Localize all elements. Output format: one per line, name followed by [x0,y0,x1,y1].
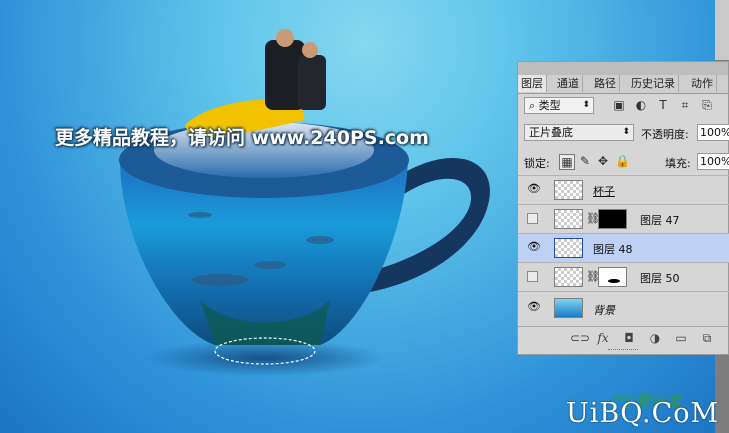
blend-mode-value: 正片叠底 [529,126,573,139]
smart-object-filter-icon[interactable]: ⎘ [700,98,714,112]
shape-filter-icon[interactable]: ⌗ [678,98,692,112]
site-logo: UiBQ.CoM [566,398,720,429]
lock-position-icon[interactable]: ✥ [596,154,610,168]
layer-name: 杯子 [593,185,615,198]
lock-transparent-icon[interactable]: ▦ [559,154,575,170]
opacity-label: 不透明度: [641,128,689,141]
watermark-site: www.240PS.com [251,127,429,149]
tab-layers[interactable]: 图层 [518,75,547,92]
panel-bottom-bar: ⊂⊃ fx ◘ ◑ ▭ ⧉ [518,326,728,349]
adjustment-filter-icon[interactable]: ◐ [634,98,648,112]
panel-tabs: 图层 通道 路径 历史记录 动作 [518,75,728,94]
layer-name: 图层 47 [640,214,680,227]
layer-name: 图层 50 [640,272,680,285]
folder-icon[interactable]: ▭ [674,331,688,345]
layer-thumbnail [554,298,583,318]
layer-row-background[interactable]: 👁 背景 [518,291,729,324]
lock-all-icon[interactable]: 🔒 [615,154,630,168]
layer-thumbnail [554,267,583,287]
layer-mask-thumbnail[interactable] [598,209,627,229]
layer-row-cup[interactable]: 👁 杯子 [518,175,729,204]
type-filter-icon[interactable]: T [656,98,670,112]
add-mask-icon[interactable]: ◘ [622,331,636,345]
document-canvas[interactable]: 更多精品教程，请访问 www.240PS.com PS爱好者 UiBQ.CoM … [0,0,729,433]
layer-mask-thumbnail[interactable] [598,267,627,287]
fill-input[interactable]: 100% [697,153,729,170]
fill-label: 填充: [665,157,691,170]
tab-paths[interactable]: 路径 [591,75,620,92]
layer-name: 图层 48 [593,243,633,256]
eye-icon[interactable]: 👁 [527,183,541,195]
blend-mode-dropdown[interactable]: 正片叠底 ⬍ [524,124,634,141]
lock-label: 锁定: [524,157,550,170]
opacity-input[interactable]: 100% [697,124,729,141]
tab-history[interactable]: 历史记录 [628,75,679,92]
layer-row-47[interactable]: ⛓ 图层 47 [518,204,729,233]
new-layer-icon[interactable]: ⧉ [700,331,714,346]
layer-thumbnail [554,180,583,200]
panel-header[interactable] [518,62,728,75]
layers-panel: 图层 通道 路径 历史记录 动作 ⌕ 类型 ⬍ ▣ ◐ T ⌗ ⎘ 正片叠底 ⬍… [517,61,729,355]
layer-thumbnail [554,209,583,229]
resize-grip[interactable] [608,349,638,353]
layer-row-48[interactable]: 👁 图层 48 [518,233,729,262]
visibility-toggle[interactable] [527,213,538,224]
lock-paint-icon[interactable]: ✎ [578,154,592,168]
tab-actions[interactable]: 动作 [688,75,717,92]
chevron-updown-icon: ⬍ [622,127,630,137]
search-icon: ⌕ [529,99,539,112]
fx-icon[interactable]: fx [596,331,610,345]
image-filter-icon[interactable]: ▣ [612,98,626,112]
layer-filter-dropdown[interactable]: ⌕ 类型 ⬍ [524,97,594,114]
visibility-toggle[interactable] [527,271,538,282]
filter-type-label: 类型 [538,99,561,112]
chevron-updown-icon: ⬍ [582,100,590,110]
layer-name: 背景 [593,304,615,317]
eye-icon[interactable]: 👁 [527,301,541,313]
adjustment-layer-icon[interactable]: ◑ [648,331,662,345]
eye-icon[interactable]: 👁 [527,241,541,253]
link-layers-icon[interactable]: ⊂⊃ [570,331,590,345]
mask-shape [608,279,620,283]
layer-thumbnail [554,238,583,258]
layer-row-50[interactable]: ⛓ 图层 50 [518,262,729,291]
watermark-prefix: 更多精品教程，请访问 [55,127,246,149]
tab-channels[interactable]: 通道 [554,75,583,92]
watermark-text: 更多精品教程，请访问 www.240PS.com [55,123,429,150]
